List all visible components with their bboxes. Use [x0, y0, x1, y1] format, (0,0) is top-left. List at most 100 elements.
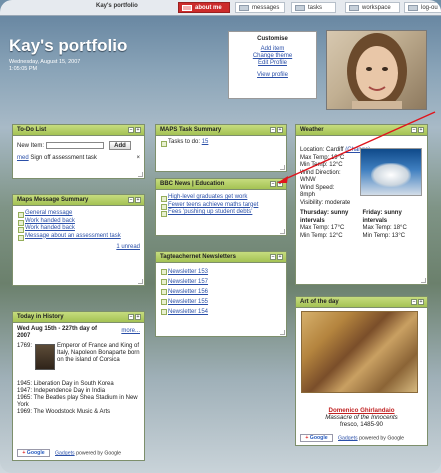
news-item[interactable]: Fees 'pushing up student debts': [160, 209, 282, 217]
art-widget: Art of the day – + Domenico Ghirlandaio M…: [295, 296, 428, 446]
artist-link[interactable]: Domenico Ghirlandaio: [296, 407, 427, 414]
maximize-icon[interactable]: +: [277, 127, 283, 133]
priority-tag[interactable]: med: [17, 155, 29, 161]
maximize-icon[interactable]: +: [277, 254, 283, 260]
resize-handle[interactable]: [138, 172, 143, 177]
todo-item[interactable]: med Sign off assessment task ×: [17, 155, 140, 163]
minimize-icon[interactable]: –: [270, 181, 276, 187]
message-item[interactable]: Work handed back: [17, 218, 140, 225]
tasks-count-link[interactable]: 15: [202, 139, 209, 145]
customise-heading: Customise: [257, 36, 288, 42]
message-item[interactable]: Message about an assessment task: [17, 233, 140, 240]
message-item[interactable]: Work handed back: [17, 225, 140, 233]
new-item-input[interactable]: [46, 142, 105, 149]
artwork-name: Massacre of the Innocents: [325, 414, 398, 421]
change-theme-link[interactable]: Change theme: [229, 53, 316, 60]
napoleon-portrait: [35, 344, 55, 370]
maps-message-widget: Maps Message Summary – + General message …: [12, 194, 145, 286]
todo-widget: To-Do List – + New Item: Add med Sign off …: [12, 124, 145, 179]
history-event: 1965: The Beatles play Shea Stadium in N…: [17, 395, 138, 408]
maximize-icon[interactable]: +: [277, 181, 283, 187]
maps-task-widget: MAPS Task Summary – + Tasks to do: 15: [155, 124, 287, 172]
tab-about-me[interactable]: about me: [178, 2, 230, 13]
nav-brand: Kay's portfolio: [96, 3, 138, 9]
new-item-label: New Item:: [17, 143, 45, 150]
weather-widget: Weather – + Location: Cardiff (Change) Ma…: [295, 124, 428, 285]
bbc-news-title: BBC News | Education: [160, 181, 225, 187]
minimize-icon[interactable]: –: [128, 314, 134, 320]
forecast-min: Min Temp: 13°C: [362, 232, 406, 239]
newsletter-item[interactable]: Newsletter 155: [160, 297, 282, 307]
more-history-link[interactable]: more...: [121, 328, 140, 335]
artwork-image: [301, 311, 418, 393]
page-title: Kay's portfolio: [9, 36, 128, 55]
forecast-max: Max Temp: 17°C: [300, 225, 345, 231]
gadgets-link[interactable]: Gadgets: [55, 450, 75, 456]
google-gadgets-footer: + Google Gadgets powered by Google: [300, 434, 404, 442]
add-button[interactable]: Add: [109, 141, 132, 150]
minimize-icon[interactable]: –: [411, 299, 417, 305]
bbc-news-header[interactable]: BBC News | Education – +: [156, 179, 286, 190]
add-item-link[interactable]: Add item: [229, 46, 316, 53]
news-item[interactable]: Fewer teens achieve maths target: [160, 202, 282, 209]
tab-workspace[interactable]: workspace: [345, 2, 400, 13]
view-profile-link[interactable]: View profile: [229, 72, 316, 79]
minimize-icon[interactable]: –: [128, 127, 134, 133]
minimize-icon[interactable]: –: [128, 197, 134, 203]
delete-icon[interactable]: ×: [136, 155, 140, 163]
art-title: Art of the day: [300, 299, 339, 305]
forecast-max: Max Temp: 18°C: [362, 225, 407, 231]
message-item[interactable]: General message: [17, 210, 140, 218]
history-feature-text: Emperor of France and King of Italy, Nap…: [57, 343, 140, 363]
tagteacher-title: Tagteachernet Newsletters: [160, 254, 236, 260]
maps-task-title: MAPS Task Summary: [160, 127, 222, 133]
newsletter-item[interactable]: Newsletter 153: [160, 267, 282, 277]
weather-title: Weather: [300, 127, 324, 133]
resize-handle[interactable]: [138, 279, 143, 284]
art-header[interactable]: Art of the day – +: [296, 297, 427, 308]
google-logo[interactable]: + Google: [17, 449, 50, 457]
powered-by: powered by Google: [359, 435, 405, 442]
weather-header[interactable]: Weather – +: [296, 125, 427, 136]
location-value: Cardiff: [326, 147, 344, 153]
tab-messages[interactable]: messages: [235, 2, 285, 13]
maps-task-header[interactable]: MAPS Task Summary – +: [156, 125, 286, 136]
tab-about-me-label: about me: [195, 5, 222, 11]
tab-log-out[interactable]: log-ou: [404, 2, 441, 13]
history-header[interactable]: Today in History – +: [13, 312, 144, 323]
current-date-time: Wednesday, August 15, 2007 1:05:05 PM: [9, 59, 80, 73]
history-feature: 1769: Emperor of France and King of Ital…: [17, 343, 140, 381]
tagteacher-header[interactable]: Tagteachernet Newsletters – +: [156, 252, 286, 263]
todo-header[interactable]: To-Do List – +: [13, 125, 144, 136]
resize-handle[interactable]: [280, 165, 285, 170]
news-item[interactable]: High-level graduates get work: [160, 194, 282, 202]
maps-message-header[interactable]: Maps Message Summary – +: [13, 195, 144, 206]
gadgets-link[interactable]: Gadgets: [338, 435, 358, 441]
maximize-icon[interactable]: +: [418, 299, 424, 305]
google-label: Google: [26, 450, 45, 456]
edit-profile-link[interactable]: Edit Profile: [229, 60, 316, 67]
newsletter-item[interactable]: Newsletter 156: [160, 287, 282, 297]
weather-line: Visibility: moderate: [300, 199, 351, 206]
newsletter-item[interactable]: Newsletter 154: [160, 307, 282, 317]
history-title: Today in History: [17, 314, 64, 320]
unread-count-link[interactable]: 1 unread: [116, 244, 140, 250]
newsletter-item[interactable]: Newsletter 157: [160, 277, 282, 287]
envelope-icon: [239, 5, 249, 11]
maximize-icon[interactable]: +: [135, 197, 141, 203]
maximize-icon[interactable]: +: [418, 127, 424, 133]
maximize-icon[interactable]: +: [135, 314, 141, 320]
tab-messages-label: messages: [252, 5, 280, 11]
minimize-icon[interactable]: –: [270, 254, 276, 260]
maximize-icon[interactable]: +: [135, 127, 141, 133]
resize-handle[interactable]: [280, 229, 285, 234]
resize-handle[interactable]: [280, 330, 285, 335]
resize-handle[interactable]: [421, 278, 426, 283]
checklist-icon: [295, 5, 305, 11]
minimize-icon[interactable]: –: [270, 127, 276, 133]
google-gadgets-footer: + Google Gadgets powered by Google: [17, 449, 121, 457]
tab-tasks[interactable]: tasks: [291, 2, 336, 13]
customise-panel: Customise Add item Change theme Edit Pro…: [228, 31, 317, 99]
minimize-icon[interactable]: –: [411, 127, 417, 133]
google-logo[interactable]: + Google: [300, 434, 333, 442]
